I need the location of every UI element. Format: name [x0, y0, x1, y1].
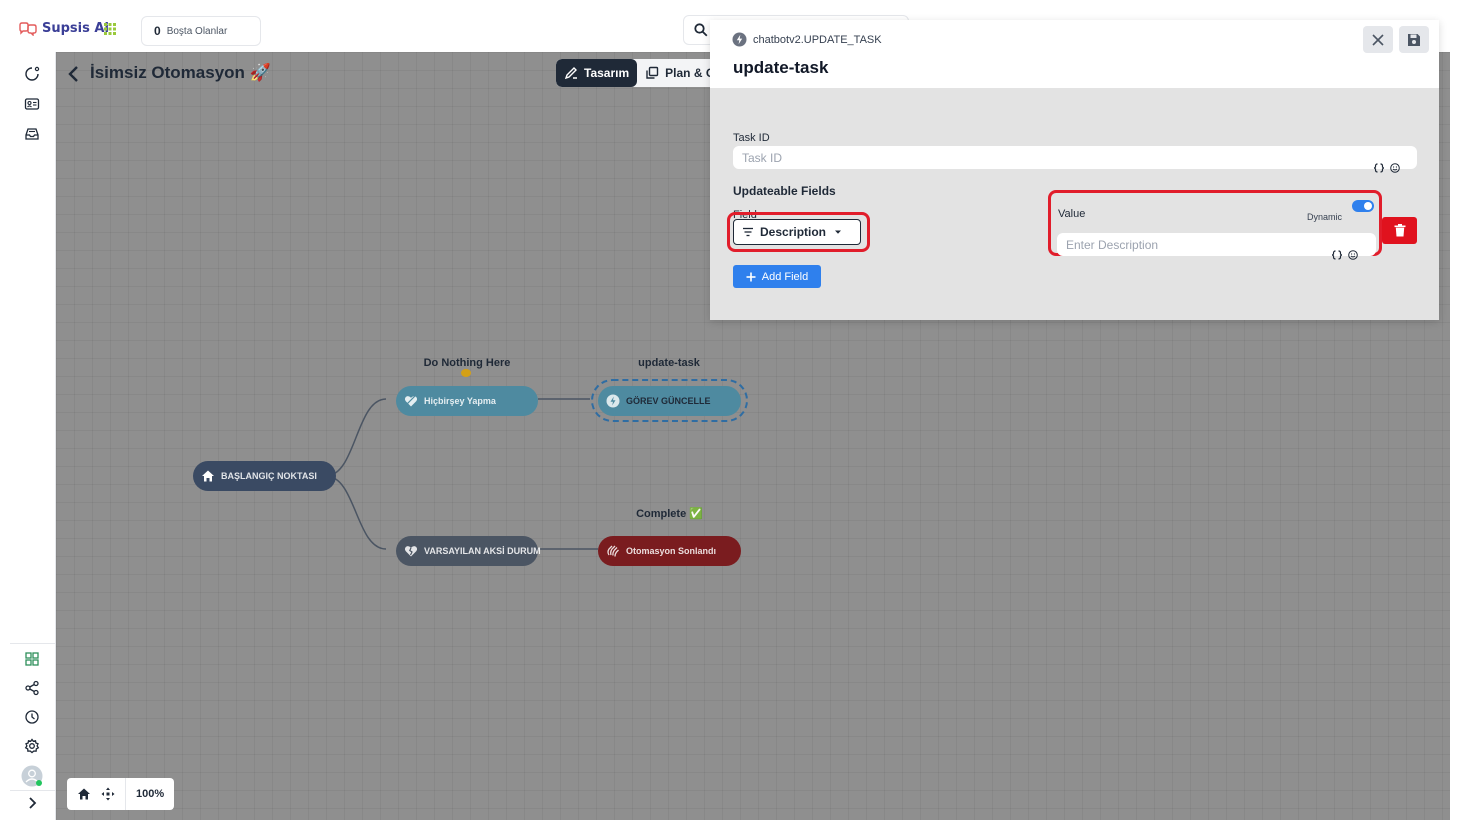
- filter-lines-icon: [743, 227, 753, 237]
- apps-grid-icon[interactable]: [104, 23, 116, 35]
- sidebar-divider: [10, 790, 56, 791]
- dynamic-toggle[interactable]: [1352, 200, 1374, 212]
- broken-heart-icon: [404, 546, 418, 557]
- value-input-tools: [1332, 250, 1358, 260]
- user-avatar[interactable]: [21, 765, 43, 787]
- node-default-case-label: VARSAYILAN AKSİ DURUM: [424, 546, 541, 556]
- node-settings-panel: chatbotv2.UPDATE_TASK update-task Task I…: [710, 20, 1439, 320]
- panel-title[interactable]: update-task: [733, 58, 828, 78]
- home-icon[interactable]: [77, 787, 91, 801]
- node-default-case[interactable]: VARSAYILAN AKSİ DURUM: [396, 536, 541, 566]
- delete-field-button[interactable]: [1382, 217, 1417, 244]
- idle-label: Boşta Olanlar: [166, 25, 228, 37]
- left-sidebar: [10, 52, 56, 820]
- zoom-level[interactable]: 100%: [136, 788, 164, 800]
- close-button[interactable]: [1363, 26, 1393, 53]
- chat-icon[interactable]: [23, 65, 41, 83]
- updateable-fields-heading: Updateable Fields: [733, 184, 836, 198]
- save-button[interactable]: [1399, 26, 1429, 53]
- node-caption-update-task: update-task: [638, 357, 700, 369]
- lightning-icon: [606, 394, 620, 408]
- code-braces-icon[interactable]: [1374, 163, 1384, 173]
- empty-heart-icon: [404, 395, 418, 407]
- bee-icon: [461, 369, 471, 377]
- code-braces-icon[interactable]: [1332, 250, 1342, 260]
- node-start[interactable]: BAŞLANGIÇ NOKTASI: [193, 461, 336, 491]
- sidebar-divider: [10, 643, 56, 644]
- node-start-label: BAŞLANGIÇ NOKTASI: [221, 471, 317, 481]
- panel-subtitle: chatbotv2.UPDATE_TASK: [732, 32, 882, 47]
- history-icon[interactable]: [23, 708, 41, 726]
- fit-view-move-icon[interactable]: [101, 787, 115, 801]
- task-id-input-tools: [1374, 163, 1400, 173]
- search-icon: [694, 23, 708, 37]
- task-id-label: Task ID: [733, 132, 770, 144]
- node-do-nothing[interactable]: Hiçbirşey Yapma: [396, 386, 538, 416]
- close-icon: [1372, 33, 1384, 46]
- emoji-smile-icon[interactable]: [1348, 250, 1358, 260]
- inbox-icon[interactable]: [23, 125, 41, 143]
- node-caption-end: Complete ✅: [636, 508, 703, 520]
- task-id-input[interactable]: [733, 146, 1417, 169]
- field-select-dropdown[interactable]: Description: [733, 219, 861, 245]
- node-end-label: Otomasyon Sonlandı: [626, 546, 717, 556]
- add-field-label: Add Field: [761, 270, 809, 283]
- dashboard-grid-icon[interactable]: [23, 650, 41, 668]
- node-caption-do-nothing: Do Nothing Here: [423, 357, 511, 369]
- app-window: Supsis Ai 0 Boşta Olanlar İsimsiz Otomas…: [10, 10, 1450, 820]
- value-input[interactable]: [1057, 233, 1376, 256]
- zoom-divider: [125, 778, 126, 810]
- save-floppy-icon: [1408, 33, 1420, 46]
- waving-hand-icon: [607, 545, 619, 557]
- add-field-button[interactable]: Add Field: [733, 265, 821, 288]
- supsis-logo-icon: [19, 21, 37, 36]
- value-label: Value: [1058, 208, 1086, 220]
- settings-gear-icon[interactable]: [23, 737, 41, 755]
- field-select-value: Description: [760, 225, 827, 239]
- dynamic-label: Dynamic: [1307, 212, 1343, 222]
- panel-subtitle-text: chatbotv2.UPDATE_TASK: [753, 33, 882, 46]
- lightning-icon: [732, 32, 747, 47]
- node-update-task-label: GÖREV GÜNCELLE: [626, 396, 711, 406]
- emoji-smile-icon[interactable]: [1390, 163, 1400, 173]
- home-icon: [202, 470, 214, 482]
- brand-name: Supsis Ai: [42, 21, 109, 36]
- idle-count: 0: [154, 24, 161, 38]
- zoom-controls: 100%: [67, 778, 175, 810]
- panel-header: chatbotv2.UPDATE_TASK update-task: [710, 20, 1439, 88]
- expand-chevron-icon[interactable]: [23, 794, 41, 812]
- caret-down-icon: [835, 230, 842, 234]
- brand[interactable]: Supsis Ai: [18, 21, 109, 36]
- idle-agents-counter[interactable]: 0 Boşta Olanlar: [141, 16, 261, 46]
- plus-icon: [746, 272, 756, 281]
- node-update-task[interactable]: GÖREV GÜNCELLE: [598, 386, 741, 416]
- node-do-nothing-label: Hiçbirşey Yapma: [424, 396, 496, 406]
- node-end[interactable]: Otomasyon Sonlandı: [598, 536, 741, 566]
- trash-icon: [1394, 224, 1405, 237]
- contact-card-icon[interactable]: [23, 95, 41, 113]
- share-nodes-icon[interactable]: [23, 679, 41, 697]
